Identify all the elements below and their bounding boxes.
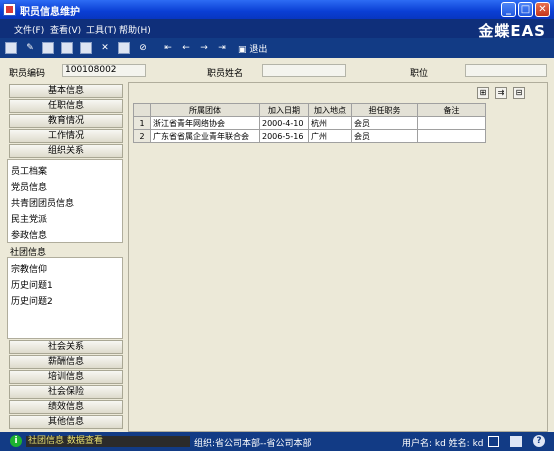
title-bar: 职员信息维护 _ □ ✕ — [0, 0, 554, 19]
toolbar: ✎ ✕ ⊘ ⇤ ← → ⇥ ▣ 退出 — [0, 38, 554, 58]
app-icon — [3, 3, 16, 16]
cell-group[interactable]: 广东省省属企业青年联合会 — [150, 129, 260, 143]
status-message: 社团信息 数据查看 — [26, 436, 190, 447]
list-item-religion[interactable]: 宗教信仰 — [11, 262, 47, 275]
next-record-icon[interactable]: → — [198, 42, 210, 54]
employee-name-label: 职员姓名 — [207, 69, 244, 79]
tab-salary[interactable]: 薪酬信息 — [9, 355, 123, 369]
list-item-democratic-party[interactable]: 民主党派 — [11, 212, 47, 225]
column-header-join-place[interactable]: 加入地点 — [308, 103, 352, 117]
cell-role[interactable]: 会员 — [351, 116, 418, 130]
tab-employment-info[interactable]: 任职信息 — [9, 99, 123, 113]
list-item-political-participation[interactable]: 参政信息 — [11, 228, 47, 241]
column-header-group[interactable]: 所属团体 — [150, 103, 260, 117]
list-item-party-member[interactable]: 党员信息 — [11, 180, 47, 193]
copy-icon[interactable] — [80, 42, 92, 54]
status-org: 组织:省公司本部--省公司本部 — [194, 439, 312, 449]
tab-work-experience[interactable]: 工作情况 — [9, 129, 123, 143]
tab-social-relations[interactable]: 社会关系 — [9, 340, 123, 354]
first-record-icon[interactable]: ⇤ — [162, 42, 174, 54]
tab-other-info[interactable]: 其他信息 — [9, 415, 123, 429]
last-record-icon[interactable]: ⇥ — [216, 42, 228, 54]
employee-code-field[interactable]: 100108002 — [62, 64, 146, 77]
cancel-icon[interactable]: ⊘ — [137, 42, 149, 54]
tab-education[interactable]: 教育情况 — [9, 114, 123, 128]
column-header-join-date[interactable]: 加入日期 — [259, 103, 309, 117]
list-item-history-issue-2[interactable]: 历史问题2 — [11, 294, 53, 307]
window-title: 职员信息维护 — [20, 7, 80, 18]
status-bar: i 社团信息 数据查看 组织:省公司本部--省公司本部 用户名: kd 姓名: … — [0, 432, 554, 451]
tab-performance[interactable]: 绩效信息 — [9, 400, 123, 414]
org-relations-panel: 员工档案 党员信息 共青团团员信息 民主党派 参政信息 — [7, 159, 123, 243]
menu-tools[interactable]: 工具(T) — [86, 23, 117, 36]
list-item-history-issue-1[interactable]: 历史问题1 — [11, 278, 53, 291]
position-field[interactable] — [465, 64, 547, 77]
exit-button[interactable]: ▣ 退出 — [238, 42, 267, 55]
employee-name-field[interactable] — [262, 64, 346, 77]
save-icon[interactable] — [42, 42, 54, 54]
help-icon[interactable]: ? — [533, 435, 545, 447]
row-number: 1 — [133, 116, 151, 130]
column-header-remarks[interactable]: 备注 — [417, 103, 486, 117]
exit-label: 退出 — [249, 45, 268, 55]
tab-training[interactable]: 培训信息 — [9, 370, 123, 384]
menu-bar: 文件(F) 查看(V) 工具(T) 帮助(H) 金蝶EAS — [0, 19, 554, 40]
menu-help[interactable]: 帮助(H) — [119, 23, 151, 36]
table-row[interactable]: 2 广东省省属企业青年联合会 2006-5-16 广州 会员 — [133, 129, 486, 143]
exit-icon: ▣ — [238, 45, 250, 55]
cell-group[interactable]: 浙江省青年网络协会 — [150, 116, 260, 130]
menu-view[interactable]: 查看(V) — [50, 23, 81, 36]
menu-file[interactable]: 文件(F) — [14, 23, 44, 36]
prev-record-icon[interactable]: ← — [180, 42, 192, 54]
cell-join-date[interactable]: 2006-5-16 — [259, 129, 309, 143]
row-number: 2 — [133, 129, 151, 143]
list-item-youth-league[interactable]: 共青团团员信息 — [11, 196, 74, 209]
cell-join-date[interactable]: 2000-4-10 — [259, 116, 309, 130]
close-button[interactable]: ✕ — [535, 2, 550, 17]
position-label: 职位 — [410, 69, 429, 79]
cell-role[interactable]: 会员 — [351, 129, 418, 143]
insert-row-icon[interactable]: ⇉ — [495, 87, 507, 99]
save-new-icon[interactable] — [61, 42, 73, 54]
print-icon[interactable] — [118, 42, 130, 54]
social-groups-table: 所属团体 加入日期 加入地点 担任职务 备注 1 浙江省青年网络协会 2000-… — [133, 103, 486, 143]
table-header-row: 所属团体 加入日期 加入地点 担任职务 备注 — [133, 103, 486, 117]
employee-code-label: 职员编码 — [9, 69, 46, 79]
edit-icon[interactable]: ✎ — [24, 42, 36, 54]
list-item-employee-archive[interactable]: 员工档案 — [11, 164, 47, 177]
new-icon[interactable] — [5, 42, 17, 54]
sub-items-panel: 宗教信仰 历史问题1 历史问题2 — [7, 257, 123, 339]
table-row[interactable]: 1 浙江省青年网络协会 2000-4-10 杭州 会员 — [133, 116, 486, 130]
minimize-button[interactable]: _ — [501, 2, 516, 17]
status-user: 用户名: kd 姓名: kd — [402, 439, 484, 449]
printer-icon[interactable] — [510, 436, 522, 447]
tab-basic-info[interactable]: 基本信息 — [9, 84, 123, 98]
column-header-rownum — [133, 103, 151, 117]
maximize-button[interactable]: □ — [518, 2, 533, 17]
add-row-icon[interactable]: ⊞ — [477, 87, 489, 99]
calendar-icon[interactable] — [488, 436, 499, 447]
cell-remarks[interactable] — [417, 116, 486, 130]
delete-icon[interactable]: ✕ — [99, 42, 111, 54]
delete-row-icon[interactable]: ⊟ — [513, 87, 525, 99]
cell-join-place[interactable]: 杭州 — [308, 116, 352, 130]
column-header-role[interactable]: 担任职务 — [351, 103, 418, 117]
tab-org-relations[interactable]: 组织关系 — [9, 144, 123, 158]
info-icon: i — [10, 435, 22, 447]
tab-social-insurance[interactable]: 社会保险 — [9, 385, 123, 399]
cell-join-place[interactable]: 广州 — [308, 129, 352, 143]
cell-remarks[interactable] — [417, 129, 486, 143]
